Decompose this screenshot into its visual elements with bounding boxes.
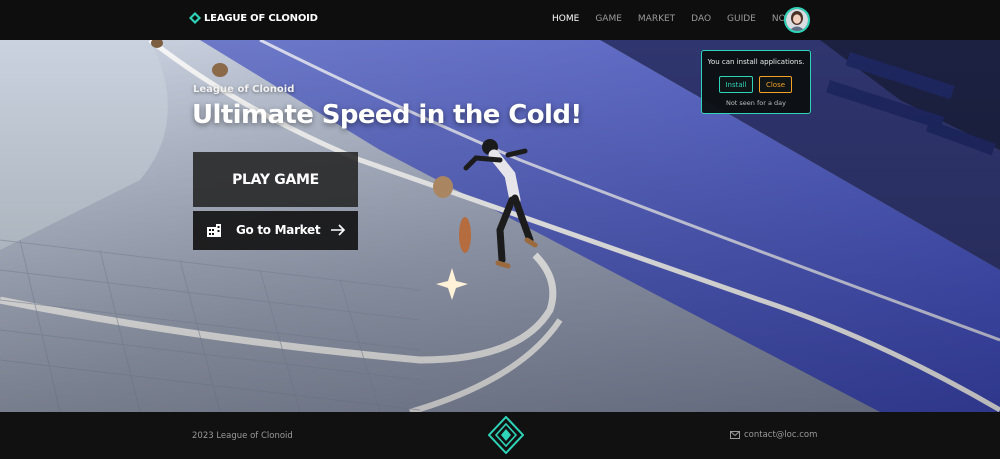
avatar-icon (786, 9, 808, 31)
building-icon (207, 224, 221, 237)
nav-item-home[interactable]: HOME (552, 14, 579, 24)
nav-item-dao[interactable]: DAO (691, 14, 711, 24)
copyright-text: 2023 League of Clonoid (192, 431, 293, 441)
contact-link[interactable]: contact@loc.com (730, 430, 817, 440)
main-nav: HOME GAME MARKET DAO GUIDE NOTICE (552, 14, 822, 24)
nav-item-game[interactable]: GAME (595, 14, 622, 24)
top-navigation-bar: LEAGUE OF CLONOID HOME GAME MARKET DAO G… (0, 0, 1000, 40)
play-game-button[interactable]: PLAY GAME (193, 152, 358, 207)
hero-eyebrow: League of Clonoid (193, 84, 295, 95)
arrow-right-icon (331, 224, 346, 236)
go-to-market-button[interactable]: Go to Market (193, 211, 358, 250)
diamond-logo-icon (189, 12, 201, 24)
nav-item-market[interactable]: MARKET (638, 14, 675, 24)
install-button[interactable]: Install (719, 76, 753, 93)
speed-skating-scene (0, 40, 1000, 412)
brand-logo[interactable]: LEAGUE OF CLONOID (189, 12, 318, 24)
install-message: You can install applications. (707, 58, 805, 66)
play-game-label: PLAY GAME (232, 171, 319, 188)
contact-email: contact@loc.com (744, 430, 818, 440)
footer: 2023 League of Clonoid contact@loc.com (0, 412, 1000, 459)
close-button[interactable]: Close (759, 76, 792, 93)
page: LEAGUE OF CLONOID HOME GAME MARKET DAO G… (0, 0, 1000, 459)
nav-item-guide[interactable]: GUIDE (727, 14, 756, 24)
clonoid-diamond-logo-icon (488, 416, 524, 454)
hero-section: League of Clonoid Ultimate Speed in the … (0, 40, 1000, 412)
not-seen-for-a-day-link[interactable]: Not seen for a day (702, 99, 810, 107)
user-avatar[interactable] (784, 7, 810, 33)
mail-icon (730, 431, 740, 439)
brand-name: LEAGUE OF CLONOID (204, 12, 318, 24)
install-app-popup: You can install applications. Install Cl… (701, 50, 811, 114)
hero-title: Ultimate Speed in the Cold! (192, 100, 582, 130)
go-to-market-label: Go to Market (236, 223, 321, 237)
